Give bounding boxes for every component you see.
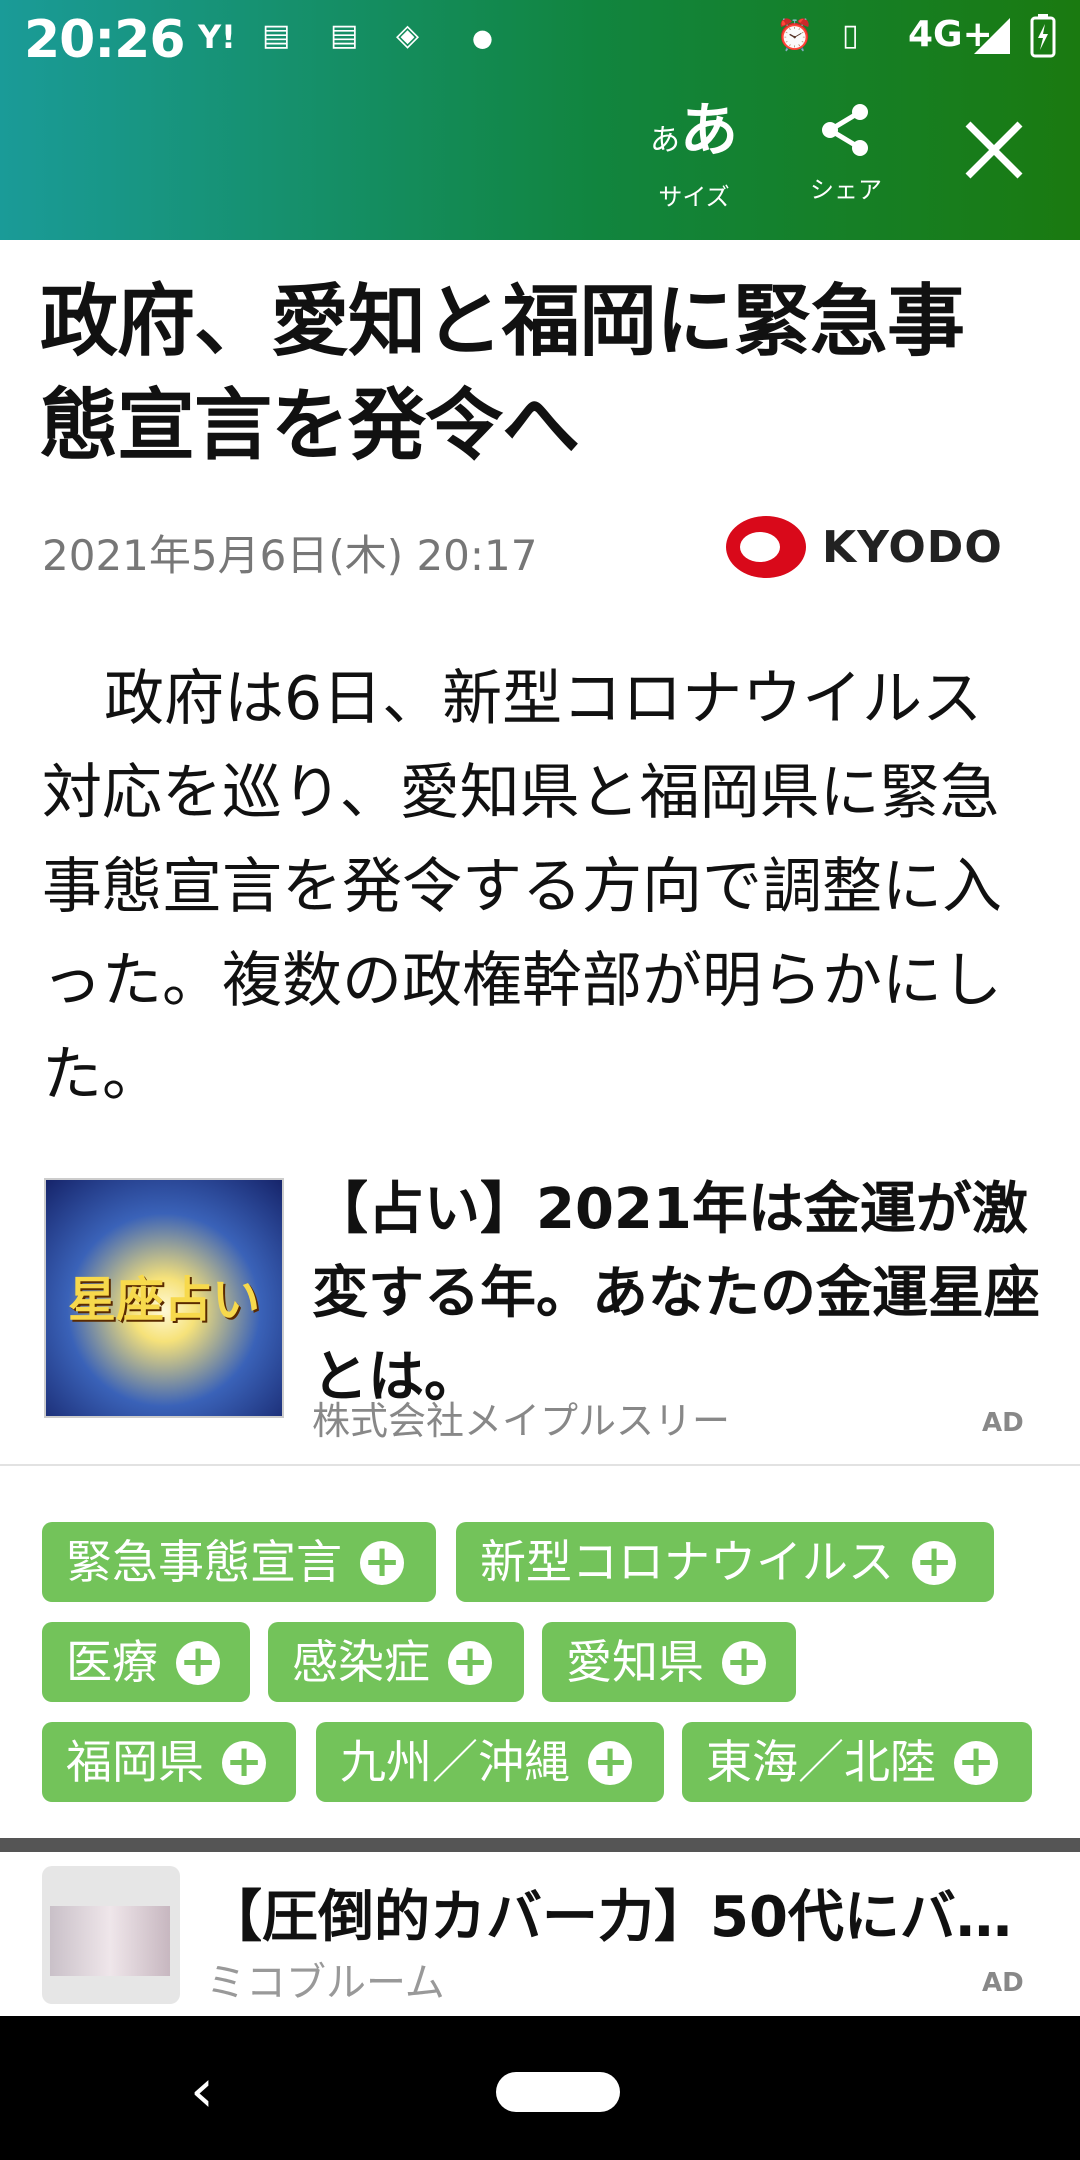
ad-advertiser: ミコブルーム: [206, 1960, 445, 2006]
signal-icon: [974, 18, 1010, 54]
divider: [0, 1838, 1080, 1852]
alarm-icon: ⏰: [776, 18, 814, 53]
ad-label: AD: [982, 1408, 1024, 1438]
plus-icon[interactable]: +: [176, 1639, 220, 1685]
home-pill[interactable]: [496, 2072, 620, 2112]
tag-label: 医療: [66, 1635, 158, 1689]
plus-icon[interactable]: +: [912, 1539, 956, 1585]
tag-chip[interactable]: 愛知県 +: [542, 1622, 796, 1702]
tag-chip[interactable]: 医療 +: [42, 1622, 250, 1702]
system-nav-bar: ‹: [0, 2016, 1080, 2160]
dot-icon: ●: [472, 24, 493, 52]
tag-label: 愛知県: [566, 1635, 704, 1689]
plus-icon[interactable]: +: [954, 1739, 998, 1785]
article-headline: 政府、愛知と福岡に緊急事態宣言を発令へ: [40, 277, 965, 471]
ad-title[interactable]: 【圧倒的カバー力】50代にバ…: [206, 1872, 1026, 1953]
plus-icon[interactable]: +: [360, 1539, 404, 1585]
tag-chip[interactable]: 緊急事態宣言 +: [42, 1522, 436, 1602]
ad-title[interactable]: 【占い】2021年は金運が激変する年。あなたの金運星座とは。: [312, 1168, 1052, 1420]
plus-icon[interactable]: +: [722, 1639, 766, 1685]
article-body: 政府は6日、新型コロナウイルス対応を巡り、愛知県と福岡県に緊急事態宣言を発令する…: [42, 664, 1002, 1110]
tag-chip[interactable]: 新型コロナウイルス +: [456, 1522, 994, 1602]
close-icon: [965, 121, 1023, 179]
vibrate-icon: ▯: [842, 18, 859, 53]
tag-chip[interactable]: 福岡県 +: [42, 1722, 296, 1802]
plus-icon[interactable]: +: [222, 1739, 266, 1785]
back-icon[interactable]: ‹: [190, 2056, 214, 2126]
sponsored-ad[interactable]: 星座占い 【占い】2021年は金運が激変する年。あなたの金運星座とは。 株式会社…: [0, 1168, 1080, 1466]
tag-chip[interactable]: 東海／北陸 +: [682, 1722, 1032, 1802]
font-size-button[interactable]: ああ サイズ: [650, 100, 738, 212]
plus-icon[interactable]: +: [448, 1639, 492, 1685]
dmenu-news-icon: ▤: [330, 18, 359, 53]
share-icon: [822, 104, 868, 156]
ad-advertiser: 株式会社メイプルスリー: [312, 1399, 731, 1443]
ad-thumbnail: [42, 1866, 180, 2004]
status-time: 20:26: [24, 10, 186, 70]
tag-label: 緊急事態宣言: [66, 1535, 342, 1589]
tag-label: 福岡県: [66, 1735, 204, 1789]
tag-label: 新型コロナウイルス: [480, 1535, 894, 1589]
font-size-icon: ああ: [650, 96, 739, 164]
ad-thumbnail: 星座占い: [44, 1178, 284, 1418]
font-size-label: サイズ: [658, 183, 730, 211]
dmenu-news-icon: ▤: [262, 18, 291, 53]
app-header: 20:26 Y! ▤ ▤ ◈ ● ⏰ ▯ 4G+ ああ サイズ シェア: [0, 0, 1080, 240]
yahoo-icon: Y!: [198, 18, 236, 56]
ad-thumbnail-text: 星座占い: [67, 1272, 260, 1328]
kyodo-logo-icon: [726, 516, 806, 578]
tag-label: 九州／沖縄: [340, 1735, 570, 1789]
plus-icon[interactable]: +: [588, 1739, 632, 1785]
share-label: シェア: [810, 176, 882, 204]
ad-label: AD: [982, 1968, 1024, 1998]
battery-icon: [1030, 14, 1056, 58]
tag-chip[interactable]: 九州／沖縄 +: [316, 1722, 664, 1802]
close-button[interactable]: [962, 118, 1026, 186]
app-icon: ◈: [396, 18, 420, 53]
source-logo: KYODO: [724, 512, 1003, 582]
tag-label: 東海／北陸: [706, 1735, 936, 1789]
tag-label: 感染症: [292, 1635, 430, 1689]
status-bar: 20:26 Y! ▤ ▤ ◈ ● ⏰ ▯ 4G+: [0, 0, 1080, 80]
share-button[interactable]: シェア: [810, 100, 882, 205]
article-date: 2021年5月6日(木) 20:17: [42, 531, 538, 580]
source-name: KYODO: [822, 521, 1003, 573]
bottom-banner-ad[interactable]: 【圧倒的カバー力】50代にバ… ミコブルーム AD: [0, 1852, 1080, 2016]
tag-chip[interactable]: 感染症 +: [268, 1622, 524, 1702]
